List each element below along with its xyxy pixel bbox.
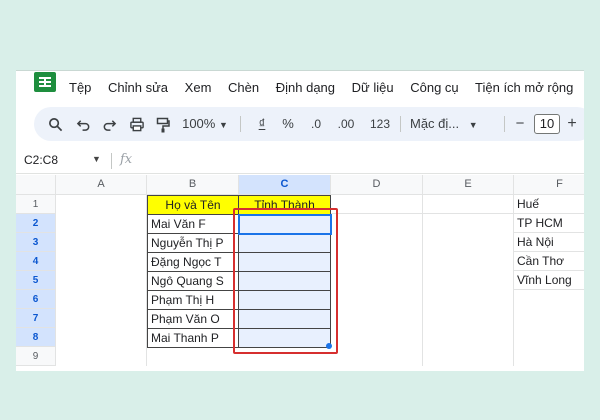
- menu-data[interactable]: Dữ liệu: [352, 80, 394, 95]
- city-cell[interactable]: Hà Nội: [514, 233, 584, 252]
- menu-edit[interactable]: Chỉnh sửa: [108, 80, 168, 95]
- row-header-8[interactable]: 8: [16, 328, 56, 347]
- menu-items: Tệp Chỉnh sửa Xem Chèn Định dạng Dữ liệu…: [69, 80, 584, 95]
- row-header-1[interactable]: 1: [16, 195, 56, 214]
- sheets-logo-icon[interactable]: [34, 72, 56, 92]
- row-header-4[interactable]: 4: [16, 252, 56, 271]
- toolbar-divider: [504, 116, 505, 132]
- menu-insert[interactable]: Chèn: [228, 80, 259, 95]
- column-header-b[interactable]: B: [147, 175, 239, 195]
- column-d-cells[interactable]: [331, 214, 423, 366]
- selection-highlight-box: [233, 208, 338, 354]
- name-cell[interactable]: Phạm Thị H: [147, 290, 239, 310]
- select-all-corner[interactable]: [16, 175, 56, 195]
- font-size-increase-button[interactable]: +: [564, 107, 580, 141]
- menu-view[interactable]: Xem: [185, 80, 212, 95]
- cell-d1[interactable]: [331, 195, 423, 214]
- toolbar-divider: [240, 116, 241, 132]
- city-cell[interactable]: Cần Thơ: [514, 252, 584, 271]
- column-header-d[interactable]: D: [331, 175, 423, 195]
- menu-tools[interactable]: Công cụ: [410, 80, 458, 95]
- column-e-cells[interactable]: [423, 214, 514, 366]
- paint-format-icon[interactable]: [152, 107, 174, 141]
- toolbar: 100% ▼ ₫ % .0 .00 123 Mặc đị... ▼ − 10 +: [34, 107, 584, 141]
- name-cell[interactable]: Ngô Quang S: [147, 271, 239, 291]
- column-a-cells[interactable]: [56, 195, 147, 366]
- spreadsheet-window: Tệp Chỉnh sửa Xem Chèn Định dạng Dữ liệu…: [16, 70, 584, 371]
- decrease-decimal-button[interactable]: .0: [304, 107, 328, 141]
- redo-icon[interactable]: [98, 107, 120, 141]
- font-size-decrease-button[interactable]: −: [512, 107, 528, 141]
- chevron-down-icon: ▼: [218, 120, 228, 130]
- column-header-a[interactable]: A: [56, 175, 147, 195]
- cell-e1[interactable]: [423, 195, 514, 214]
- name-cell[interactable]: Mai Văn F: [147, 214, 239, 234]
- column-header-e[interactable]: E: [423, 175, 514, 195]
- row-header-5[interactable]: 5: [16, 271, 56, 290]
- font-size-input[interactable]: 10: [534, 114, 560, 134]
- menu-file[interactable]: Tệp: [69, 80, 91, 95]
- column-header-c[interactable]: C: [239, 175, 331, 195]
- zoom-value: 100%: [182, 116, 216, 131]
- row-header-3[interactable]: 3: [16, 233, 56, 252]
- number-format-button[interactable]: 123: [366, 107, 394, 141]
- city-cell[interactable]: TP HCM: [514, 214, 584, 233]
- print-icon[interactable]: [126, 107, 148, 141]
- menu-extensions[interactable]: Tiện ích mở rộng: [475, 80, 573, 95]
- chevron-down-icon[interactable]: ▼: [92, 154, 101, 164]
- undo-icon[interactable]: [72, 107, 94, 141]
- cell-f1[interactable]: Huế: [514, 195, 584, 214]
- toolbar-divider: [400, 116, 401, 132]
- search-menus-icon[interactable]: [44, 107, 66, 141]
- increase-decimal-button[interactable]: .00: [332, 107, 360, 141]
- row-header-9[interactable]: 9: [16, 347, 56, 366]
- fill-handle[interactable]: [326, 343, 332, 349]
- menu-bar: Tệp Chỉnh sửa Xem Chèn Định dạng Dữ liệu…: [16, 71, 584, 105]
- zoom-select[interactable]: 100% ▼: [180, 107, 230, 141]
- column-f-empty-cells[interactable]: [514, 290, 584, 366]
- font-family-select[interactable]: Mặc đị... ▼: [410, 107, 498, 141]
- name-cell[interactable]: Mai Thanh P: [147, 328, 239, 348]
- fx-icon: fx: [120, 152, 133, 167]
- row-header-2[interactable]: 2: [16, 214, 56, 233]
- chevron-down-icon: ▼: [468, 120, 478, 130]
- percent-format-button[interactable]: %: [278, 107, 298, 141]
- name-cell[interactable]: Phạm Văn O: [147, 309, 239, 329]
- name-box[interactable]: C2:C8: [24, 153, 58, 167]
- name-cell[interactable]: Nguyễn Thị P: [147, 233, 239, 253]
- currency-format-button[interactable]: ₫: [252, 107, 272, 141]
- formula-bar: C2:C8 ▼ fx: [16, 149, 584, 174]
- menu-format[interactable]: Định dạng: [276, 80, 335, 95]
- city-cell[interactable]: Vĩnh Long: [514, 271, 584, 290]
- formula-divider: [111, 153, 112, 169]
- row-header-6[interactable]: 6: [16, 290, 56, 309]
- column-header-f[interactable]: F: [514, 175, 584, 195]
- header-cell-b1[interactable]: Họ và Tên: [147, 195, 239, 215]
- row-header-7[interactable]: 7: [16, 309, 56, 328]
- font-family-value: Mặc đị...: [410, 116, 460, 131]
- name-cell[interactable]: Đặng Ngọc T: [147, 252, 239, 272]
